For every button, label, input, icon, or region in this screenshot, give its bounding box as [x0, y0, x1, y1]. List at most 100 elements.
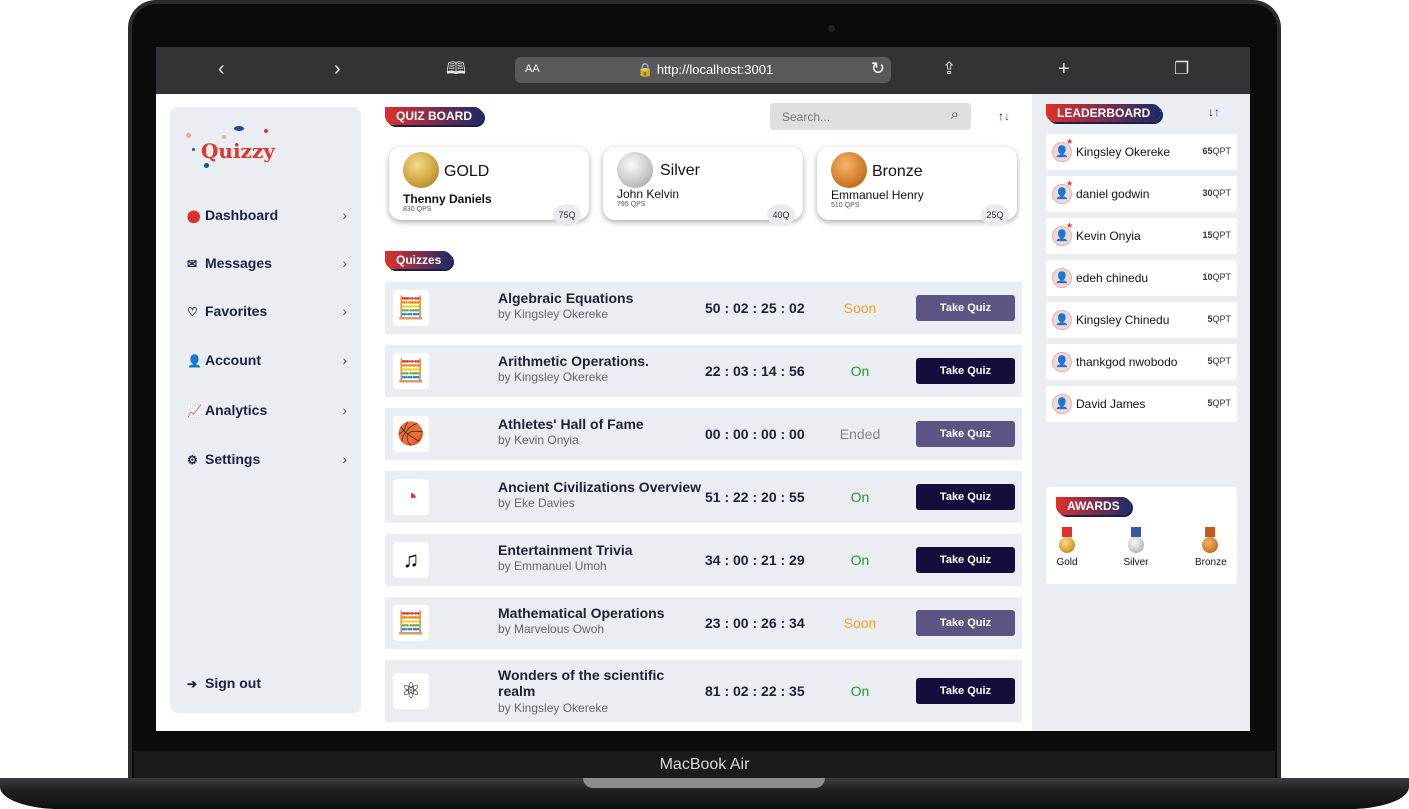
sidebar-item-favorites[interactable]: ♡ Favorites › — [187, 303, 347, 323]
leaderboard-sort-toggle[interactable]: ↓↑ — [1208, 105, 1220, 119]
camera — [828, 25, 835, 32]
sidebar-item-messages[interactable]: ✉ Messages › — [187, 255, 347, 275]
quiz-row[interactable]: 🧮 Arithmetic Operations. by Kingsley Oke… — [385, 345, 1022, 397]
quiz-status: Soon — [843, 615, 877, 631]
search-placeholder: Search... — [782, 110, 831, 124]
winner-qps: 830 QPS — [403, 206, 432, 213]
quiz-row[interactable]: ◔ Ancient Civilizations Overview by Eke … — [385, 471, 1022, 523]
quiz-title: Wonders of the scientific realm — [498, 667, 665, 699]
quiz-row[interactable]: 🧮 Algebraic Equations by Kingsley Okerek… — [385, 282, 1022, 334]
envelope-icon: ✉ — [187, 257, 198, 271]
leaderboard-entry[interactable]: 👤 David James 5QPT — [1046, 386, 1237, 422]
player-name: Kingsley Chinedu — [1076, 313, 1170, 327]
bronze-medal-icon — [831, 152, 867, 188]
new-tab-icon[interactable]: + — [1058, 57, 1070, 81]
quiz-status: Ended — [839, 426, 881, 442]
text-size-button[interactable]: AA — [525, 63, 540, 75]
chevron-right-icon: › — [342, 352, 347, 368]
quiz-author: by Emmanuel Umoh — [498, 559, 607, 573]
quiz-author: by Eke Davies — [498, 496, 575, 510]
sidebar-item-analytics[interactable]: 📈 Analytics › — [187, 402, 347, 422]
avatar-icon: 👤 — [1052, 352, 1072, 372]
bronze-medal-icon — [1202, 537, 1218, 553]
silver-medal-icon — [1128, 537, 1144, 553]
leaderboard-entry[interactable]: 👤 thankgod nwobodo 5QPT — [1046, 344, 1237, 380]
player-name: daniel godwin — [1076, 187, 1150, 201]
chevron-right-icon[interactable]: › — [334, 57, 341, 81]
leaderboard-entry[interactable]: 👤 ★ Kingsley Okereke 65QPT — [1046, 134, 1237, 170]
quiz-title: Athletes' Hall of Fame — [498, 416, 644, 432]
take-quiz-button[interactable]: Take Quiz — [916, 295, 1015, 321]
share-icon[interactable]: ⇪ — [942, 57, 956, 81]
player-points: 5QPT — [1207, 314, 1231, 324]
chevron-right-icon: › — [342, 303, 347, 319]
star-icon: ★ — [1066, 179, 1074, 188]
gold-medal-icon — [1059, 537, 1075, 553]
leaderboard-entry[interactable]: 👤 edeh chinedu 10QPT — [1046, 260, 1237, 296]
leaderboard-entry[interactable]: 👤 ★ daniel godwin 30QPT — [1046, 176, 1237, 212]
avatar-icon: 👤 — [1052, 310, 1072, 330]
avatar-icon: 👤 — [1052, 268, 1072, 288]
leaderboard-entry[interactable]: 👤 ★ Kevin Onyia 15QPT — [1046, 218, 1237, 254]
quiz-row[interactable]: ⚛ Wonders of the scientific realm by Kin… — [385, 660, 1022, 722]
take-quiz-button[interactable]: Take Quiz — [916, 610, 1015, 636]
chevron-left-icon[interactable]: ‹ — [218, 57, 225, 81]
laptop-base — [0, 778, 1409, 809]
sidebar-item-label: Messages — [205, 255, 272, 271]
book-icon[interactable]: 🕮 — [446, 57, 466, 81]
player-points: 65QPT — [1202, 146, 1231, 156]
quiz-board-title: QUIZ BOARD — [385, 107, 483, 125]
right-panel: LEADERBOARD ↓↑ 👤 ★ Kingsley Okereke 65QPT… — [1032, 94, 1250, 731]
sign-out-icon: ➔ — [187, 677, 198, 691]
player-points: 5QPT — [1207, 398, 1231, 408]
quiz-row[interactable]: 🏀 Athletes' Hall of Fame by Kevin Onyia … — [385, 408, 1022, 460]
awards-title: AWARDS — [1056, 497, 1131, 515]
sign-out-button[interactable]: ➔ Sign out — [187, 675, 347, 695]
sidebar-item-label: Settings — [205, 451, 261, 467]
take-quiz-button[interactable]: Take Quiz — [916, 547, 1015, 573]
sidebar: Quizzy ⬤ Dashboard › ✉ Messages › ♡ Favorites… — [170, 107, 361, 713]
sidebar-item-settings[interactable]: ⚙ Settings › — [187, 451, 347, 471]
page-content: Quizzy ⬤ Dashboard › ✉ Messages › ♡ Favorites… — [156, 94, 1250, 731]
sidebar-item-account[interactable]: 👤 Account › — [187, 352, 347, 372]
chevron-right-icon: › — [342, 451, 347, 467]
sidebar-item-dashboard[interactable]: ⬤ Dashboard › — [187, 207, 347, 227]
search-input[interactable]: Search... ⌕ — [770, 103, 971, 130]
search-icon[interactable]: ⌕ — [951, 106, 959, 123]
winner-name: Emmanuel Henry — [831, 188, 924, 202]
quiz-title: Entertainment Trivia — [498, 542, 633, 558]
take-quiz-button[interactable]: Take Quiz — [916, 678, 1015, 704]
player-points: 10QPT — [1202, 272, 1231, 282]
player-name: thankgod nwobodo — [1076, 355, 1178, 369]
quiz-countdown: 51 : 22 : 20 : 55 — [705, 489, 805, 505]
take-quiz-button[interactable]: Take Quiz — [916, 421, 1015, 447]
leaderboard-entry[interactable]: 👤 Kingsley Chinedu 5QPT — [1046, 302, 1237, 338]
player-name: edeh chinedu — [1076, 271, 1149, 285]
arrow-up-icon: ↑ — [1214, 105, 1220, 119]
quiz-countdown: 34 : 00 : 21 : 29 — [705, 552, 805, 568]
quiz-title: Arithmetic Operations. — [498, 353, 649, 369]
sign-out-label: Sign out — [205, 675, 261, 691]
logo: Quizzy — [184, 123, 294, 173]
quiz-row[interactable]: 🧮 Mathematical Operations by Marvelous O… — [385, 597, 1022, 649]
take-quiz-button[interactable]: Take Quiz — [916, 358, 1015, 384]
quiz-countdown: 81 : 02 : 22 : 35 — [705, 683, 805, 699]
reload-icon[interactable]: ↻ — [871, 59, 885, 79]
address-bar[interactable]: AA 🔒 http://localhost:3001 ↻ — [515, 57, 891, 83]
quiz-count-badge: 25Q — [981, 204, 1009, 226]
sports-balls-icon: 🏀 — [393, 416, 429, 452]
award-label: Silver — [1123, 557, 1149, 568]
sort-toggle[interactable]: ↑↓ — [998, 109, 1010, 123]
take-quiz-button[interactable]: Take Quiz — [916, 484, 1015, 510]
tabs-icon[interactable]: ❐ — [1174, 57, 1189, 81]
player-name: David James — [1076, 397, 1146, 411]
gold-medal-icon — [403, 152, 439, 188]
calculator-icon: 🧮 — [393, 353, 429, 389]
atom-icon: ⚛ — [393, 673, 429, 709]
podium-silver: Silver John Kelvin 795 QPS 40Q — [603, 147, 803, 226]
quiz-author: by Kingsley Okereke — [498, 307, 609, 321]
quiz-title: Algebraic Equations — [498, 290, 634, 306]
silver-medal-icon — [617, 152, 653, 188]
user-icon: 👤 — [187, 354, 202, 368]
quiz-row[interactable]: ♫ Entertainment Trivia by Emmanuel Umoh … — [385, 534, 1022, 586]
